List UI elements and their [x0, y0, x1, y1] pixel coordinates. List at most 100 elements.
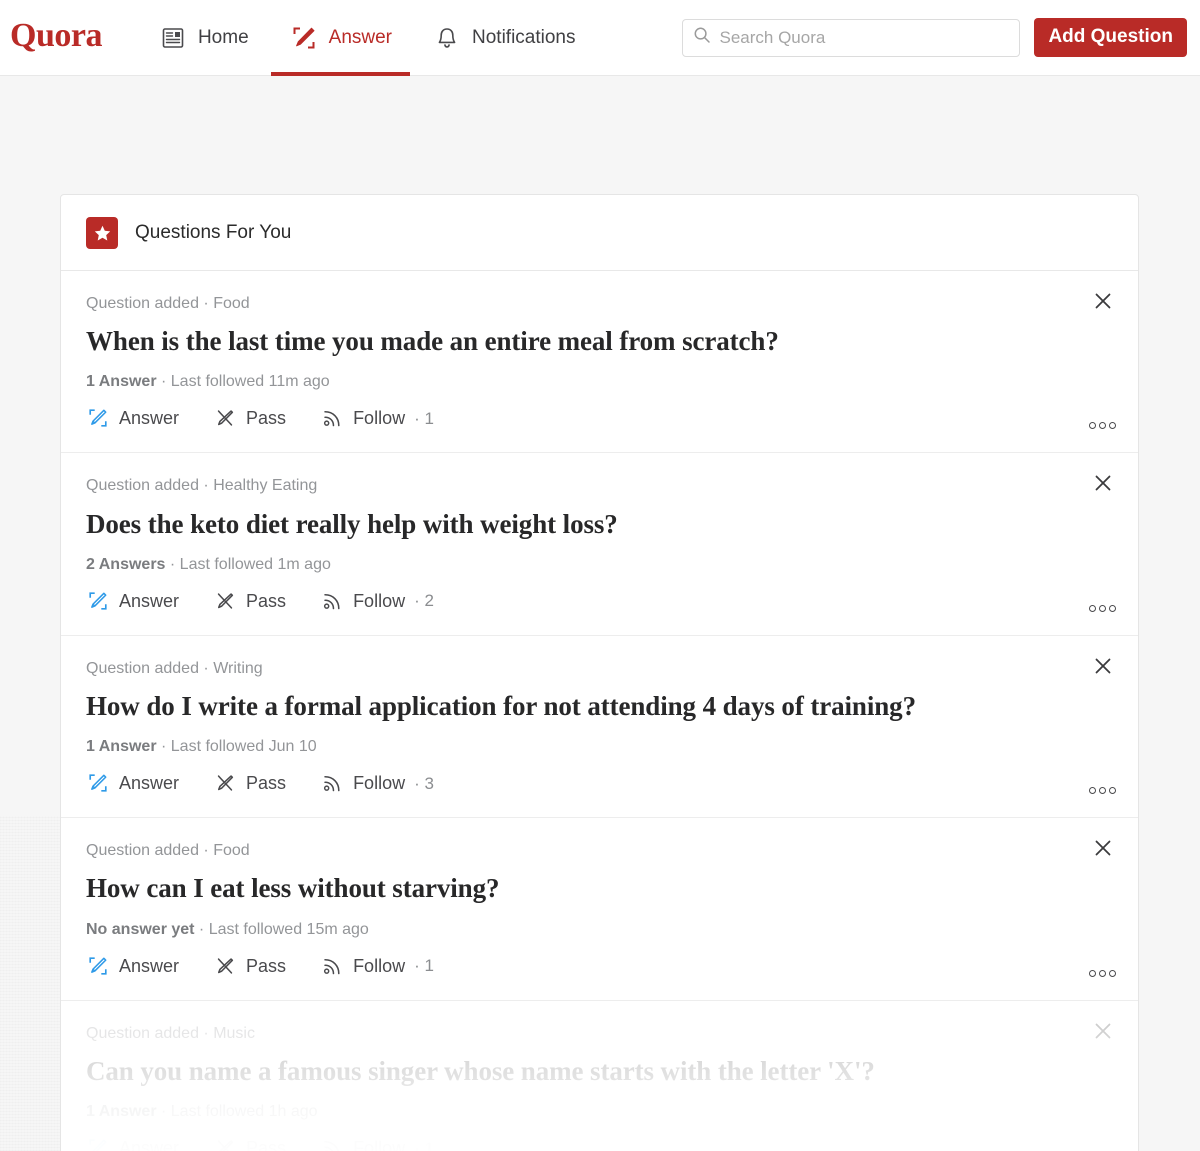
more-options-button[interactable]	[1089, 787, 1116, 795]
dismiss-question-button[interactable]	[1090, 653, 1116, 679]
follow-button[interactable]: Follow · 2	[320, 589, 434, 613]
pass-cross-icon	[213, 1136, 237, 1151]
question-card-5: Question added · Music Can you name a fa…	[61, 1001, 1138, 1151]
dismiss-question-button[interactable]	[1090, 288, 1116, 314]
question-actions: Answer Pass	[86, 771, 1113, 795]
pass-button[interactable]: Pass	[213, 589, 286, 613]
question-card-3: Question added · Writing How do I write …	[61, 636, 1138, 819]
more-dot-icon	[1109, 969, 1116, 977]
pass-button-label: Pass	[246, 773, 287, 794]
question-stats: 1 Answer · Last followed 11m ago	[86, 372, 1113, 391]
quora-logo[interactable]: Quora	[10, 19, 102, 56]
close-icon	[1095, 1023, 1111, 1039]
question-title[interactable]: Does the keto diet really help with weig…	[86, 509, 1113, 540]
question-title[interactable]: When is the last time you made an entire…	[86, 326, 1113, 357]
follow-rss-icon	[320, 406, 344, 430]
question-title[interactable]: How can I eat less without starving?	[86, 873, 1113, 904]
follow-count: · 1	[414, 1138, 434, 1151]
follow-button[interactable]: Follow · 1	[320, 1136, 434, 1151]
nav-item-answer[interactable]: Answer	[269, 0, 412, 76]
question-actions: Answer Pass	[86, 406, 1113, 430]
question-stats: 2 Answers · Last followed 1m ago	[86, 555, 1113, 574]
question-title[interactable]: How do I write a formal application for …	[86, 691, 1113, 722]
dismiss-question-button[interactable]	[1090, 835, 1116, 861]
question-actions: Answer Pass	[86, 589, 1113, 613]
more-dot-icon	[1089, 969, 1096, 977]
bell-icon	[432, 23, 462, 53]
answer-pencil-icon	[86, 589, 110, 613]
pass-cross-icon	[213, 406, 237, 430]
nav-item-home[interactable]: Home	[138, 0, 269, 76]
more-options-button[interactable]	[1089, 969, 1116, 977]
follow-count: · 1	[414, 956, 434, 976]
follow-button[interactable]: Follow · 3	[320, 771, 434, 795]
questions-feed-card: Questions For You Question added · Food …	[60, 194, 1139, 1151]
page-body: Questions For You Question added · Food …	[0, 76, 1200, 1151]
feed-header: Questions For You	[61, 195, 1138, 271]
nav-item-notifications-label: Notifications	[472, 26, 576, 48]
answer-button[interactable]: Answer	[86, 1136, 179, 1151]
nav-item-home-label: Home	[197, 26, 249, 48]
pass-cross-icon	[213, 954, 237, 978]
question-card-2: Question added · Healthy Eating Does the…	[61, 453, 1138, 636]
pass-cross-icon	[213, 771, 237, 795]
more-dot-icon	[1089, 422, 1096, 430]
question-answer-count: No answer yet	[86, 920, 195, 938]
pass-button-label: Pass	[246, 408, 287, 429]
more-dot-icon	[1109, 422, 1116, 430]
question-stats: No answer yet · Last followed 15m ago	[86, 920, 1113, 939]
question-meta: Question added · Healthy Eating	[86, 477, 318, 495]
answer-button-label: Answer	[119, 408, 180, 429]
pass-button[interactable]: Pass	[213, 1136, 286, 1151]
question-actions: Answer Pass	[86, 1136, 1113, 1151]
answer-pencil-icon	[86, 1136, 110, 1151]
pencil-frame-icon	[289, 23, 319, 53]
pass-button[interactable]: Pass	[213, 954, 286, 978]
question-list: Question added · Food When is the last t…	[61, 271, 1138, 1151]
answer-button-label: Answer	[119, 590, 180, 611]
more-dot-icon	[1089, 787, 1096, 795]
more-options-button[interactable]	[1089, 422, 1116, 430]
close-icon	[1095, 476, 1111, 491]
more-dot-icon	[1109, 787, 1116, 795]
more-options-button[interactable]	[1089, 604, 1116, 612]
pass-button[interactable]: Pass	[213, 771, 286, 795]
answer-pencil-icon	[86, 406, 110, 430]
answer-button[interactable]: Answer	[86, 954, 179, 978]
star-icon	[86, 217, 118, 249]
more-dot-icon	[1089, 604, 1096, 612]
question-meta: Question added · Writing	[86, 659, 263, 677]
question-meta: Question added · Food	[86, 842, 250, 860]
search-input[interactable]	[719, 27, 1009, 48]
follow-button[interactable]: Follow · 1	[320, 406, 434, 430]
follow-count: · 2	[414, 591, 434, 611]
more-dot-icon	[1099, 787, 1106, 795]
pass-button-label: Pass	[246, 590, 287, 611]
question-answer-count: 1 Answer	[86, 373, 157, 391]
answer-pencil-icon	[86, 771, 110, 795]
pass-button-label: Pass	[246, 1138, 287, 1151]
dismiss-question-button[interactable]	[1090, 470, 1116, 496]
question-last-followed: · Last followed 15m ago	[194, 920, 369, 938]
follow-rss-icon	[320, 1136, 344, 1151]
question-last-followed: · Last followed 1m ago	[165, 555, 331, 573]
pass-button-label: Pass	[246, 955, 287, 976]
search-container	[681, 18, 1020, 57]
more-dot-icon	[1109, 604, 1116, 612]
nav-item-answer-label: Answer	[328, 26, 392, 48]
pass-button[interactable]: Pass	[213, 406, 286, 430]
dismiss-question-button[interactable]	[1090, 1018, 1116, 1044]
add-question-button[interactable]: Add Question	[1034, 18, 1187, 57]
answer-button[interactable]: Answer	[86, 589, 179, 613]
question-answer-count: 1 Answer	[86, 1102, 157, 1120]
question-title[interactable]: Can you name a famous singer whose name …	[86, 1056, 1113, 1087]
nav-item-notifications[interactable]: Notifications	[412, 0, 596, 76]
question-last-followed: · Last followed 11m ago	[156, 373, 330, 391]
answer-button[interactable]: Answer	[86, 406, 179, 430]
more-dot-icon	[1099, 969, 1106, 977]
question-meta: Question added · Music	[86, 1024, 255, 1042]
follow-button-label: Follow	[353, 1138, 406, 1151]
search-box[interactable]	[681, 18, 1020, 57]
answer-button[interactable]: Answer	[86, 771, 179, 795]
follow-button[interactable]: Follow · 1	[320, 954, 434, 978]
